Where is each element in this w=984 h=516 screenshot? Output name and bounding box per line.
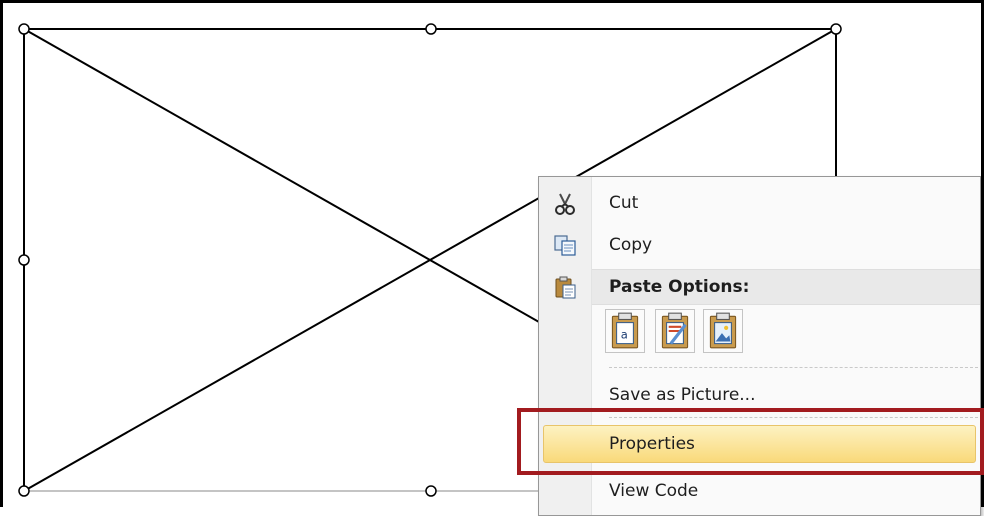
paste-formatting-button[interactable] bbox=[655, 309, 695, 353]
menu-item-properties[interactable]: Properties bbox=[539, 426, 980, 464]
paste-picture-icon bbox=[709, 312, 737, 349]
menu-separator bbox=[609, 417, 978, 419]
resize-handle-bottom-left[interactable] bbox=[18, 485, 30, 497]
menu-section-paste-options: Paste Options: bbox=[539, 269, 980, 307]
resize-handle-top-right[interactable] bbox=[830, 23, 842, 35]
resize-handle-bottom-center[interactable] bbox=[425, 485, 437, 497]
menu-item-cut[interactable]: Cut bbox=[539, 185, 980, 223]
scissors-icon bbox=[555, 193, 575, 215]
clipboard-icon bbox=[555, 276, 576, 299]
menu-item-label: Properties bbox=[609, 434, 695, 454]
menu-item-copy[interactable]: Copy bbox=[539, 227, 980, 265]
paste-keep-text-icon: a bbox=[611, 312, 639, 349]
paste-options-label: Paste Options: bbox=[609, 277, 750, 297]
menu-separator bbox=[609, 367, 978, 369]
menu-item-label: Save as Picture... bbox=[609, 385, 756, 405]
svg-text:a: a bbox=[621, 327, 628, 341]
document-canvas: Cut Copy Paste Options: a Save as Pictur… bbox=[0, 0, 984, 516]
copy-icon bbox=[554, 235, 576, 256]
menu-item-label: Cut bbox=[609, 193, 639, 213]
paste-keep-text-button[interactable]: a bbox=[605, 309, 645, 353]
context-menu: Cut Copy Paste Options: a Save as Pictur… bbox=[538, 176, 981, 516]
resize-handle-top-left[interactable] bbox=[18, 23, 30, 35]
menu-item-label: View Code bbox=[609, 481, 699, 501]
resize-handle-top-center[interactable] bbox=[425, 23, 437, 35]
menu-item-save-as-picture[interactable]: Save as Picture... bbox=[539, 377, 980, 415]
menu-item-label: Copy bbox=[609, 235, 653, 255]
resize-handle-middle-left[interactable] bbox=[18, 254, 30, 266]
paste-formatting-icon bbox=[661, 312, 689, 349]
menu-item-view-code[interactable]: View Code bbox=[539, 473, 980, 511]
paste-picture-button[interactable] bbox=[703, 309, 743, 353]
